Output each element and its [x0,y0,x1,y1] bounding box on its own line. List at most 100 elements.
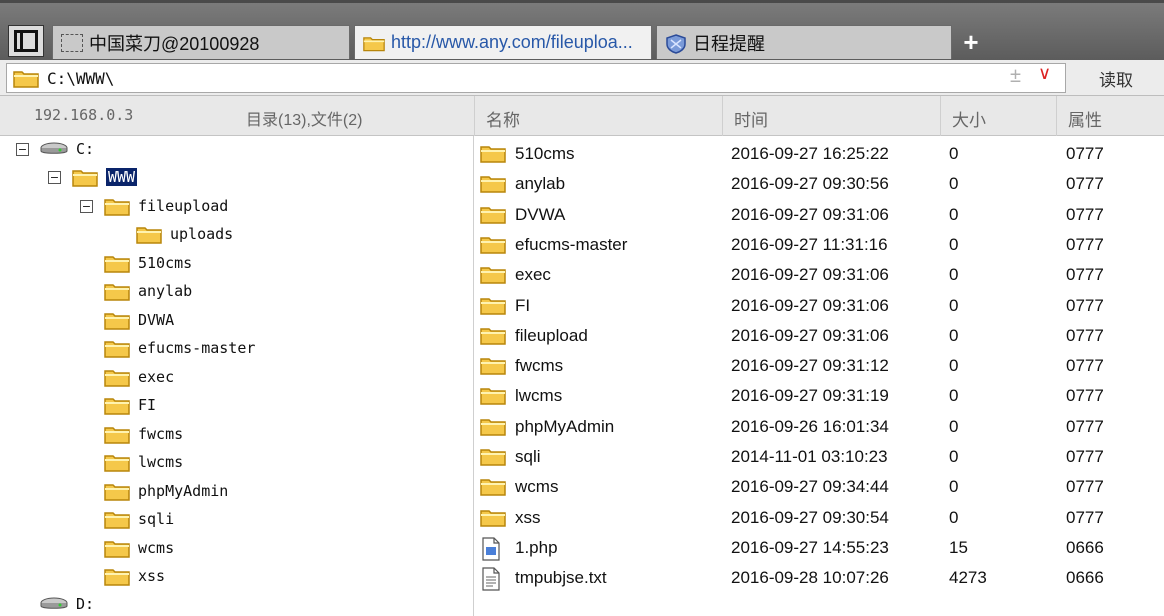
folder-icon [104,253,130,273]
folder-icon [13,68,39,88]
file-row[interactable]: DVWA 2016-09-27 09:31:06 0 0777 [475,200,1164,230]
tree-node-folder[interactable]: wcms [104,535,174,561]
tree-node-folder[interactable]: fwcms [104,421,183,447]
tree-node-label: exec [138,368,175,386]
column-header-attr[interactable]: 属性 [1068,106,1102,131]
file-time: 2016-09-28 10:07:26 [731,568,889,588]
file-attr: 0777 [1066,144,1104,163]
panel-toggle-button[interactable] [8,25,44,57]
tree-node-label: phpMyAdmin [138,482,229,500]
tree-node-folder[interactable]: phpMyAdmin [104,478,228,504]
file-name: phpMyAdmin [515,416,615,436]
column-header-name[interactable]: 名称 [486,106,520,131]
add-tab-button[interactable]: + [958,27,984,57]
tree-node-label: fileupload [138,197,229,215]
file-attr: 0666 [1066,568,1104,588]
column-header-size[interactable]: 大小 [952,106,986,131]
file-row[interactable]: FI 2016-09-27 09:31:06 0 0777 [475,291,1164,321]
file-size: 0 [949,507,959,527]
folder-icon [104,310,130,330]
tree-node-drive-d[interactable]: D: [40,591,94,616]
tree-node-folder[interactable]: DVWA [104,307,174,333]
folder-icon [104,566,130,586]
file-name: tmpubjse.txt [515,568,607,588]
file-row[interactable]: fwcms 2016-09-27 09:31:12 0 0777 [475,351,1164,381]
file-attr: 0777 [1066,234,1104,254]
file-name: xss [515,507,541,527]
tree-node-folder[interactable]: exec [104,364,174,390]
file-size: 0 [949,295,959,315]
tab-chinese-chopper[interactable]: 中国菜刀@20100928 [52,25,350,59]
folder-icon [480,325,506,350]
folder-icon [480,204,506,229]
file-row[interactable]: anylab 2016-09-27 09:30:56 0 0777 [475,169,1164,199]
tree-node-folder[interactable]: FI [104,392,156,418]
file-row[interactable]: 1.php 2016-09-27 14:55:23 15 0666 [475,533,1164,563]
file-attr: 0777 [1066,356,1104,376]
file-size: 4273 [949,568,987,588]
sidebar-panel-icon [14,30,38,52]
file-row[interactable]: lwcms 2016-09-27 09:31:19 0 0777 [475,381,1164,411]
path-input[interactable]: C:\WWW\ [6,63,1066,93]
tree-node-uploads[interactable]: uploads [136,221,233,247]
tree-node-label: sqli [138,510,175,528]
file-row[interactable]: sqli 2014-11-01 03:10:23 0 0777 [475,442,1164,472]
file-attr: 0777 [1066,447,1104,466]
tree-node-label: fwcms [138,425,184,443]
tree-node-folder[interactable]: anylab [104,278,192,304]
tree-node-www[interactable]: WWW [72,164,138,190]
file-row[interactable]: tmpubjse.txt 2016-09-28 10:07:26 4273 0666 [475,563,1164,593]
file-attr: 0777 [1066,204,1104,224]
file-attr: 0777 [1066,416,1104,436]
collapse-toggle[interactable]: − [16,143,29,156]
folder-icon [363,34,385,52]
folder-icon [104,481,130,501]
file-name: DVWA [515,204,566,224]
file-row[interactable]: exec 2016-09-27 09:31:06 0 0777 [475,260,1164,290]
tree-node-folder[interactable]: sqli [104,506,174,532]
folder-icon [480,143,506,168]
read-button[interactable]: 读取 [1074,63,1158,93]
chevron-down-icon[interactable]: ∨ [1038,63,1051,84]
plus-minus-icon[interactable]: ± [1010,65,1021,88]
file-row[interactable]: efucms-master 2016-09-27 11:31:16 0 0777 [475,230,1164,260]
tree-node-folder[interactable]: 510cms [104,250,192,276]
tree-node-label: xss [138,567,166,585]
file-row[interactable]: wcms 2016-09-27 09:34:44 0 0777 [475,472,1164,502]
file-size: 0 [949,204,959,224]
tab-label: 中国菜刀@20100928 [89,33,260,54]
tab-schedule-reminder[interactable]: 日程提醒 [656,25,952,59]
tree-node-folder[interactable]: lwcms [104,449,183,475]
collapse-toggle[interactable]: − [80,200,93,213]
tab-fileupload-url[interactable]: http://www.any.com/fileuploa... [354,25,652,59]
file-size: 0 [949,477,959,497]
tree-node-folder[interactable]: efucms-master [104,335,255,361]
file-row[interactable]: phpMyAdmin 2016-09-26 16:01:34 0 0777 [475,412,1164,442]
file-row[interactable]: xss 2016-09-27 09:30:54 0 0777 [475,503,1164,533]
folder-icon [480,355,506,380]
tree-node-fileupload[interactable]: fileupload [104,193,228,219]
folder-icon [104,424,130,444]
file-row[interactable]: fileupload 2016-09-27 09:31:06 0 0777 [475,321,1164,351]
address-bar: C:\WWW\ ± ∨ 读取 [0,60,1164,96]
folder-icon [480,385,506,410]
php-file-icon [480,537,502,566]
file-time: 2016-09-27 09:31:06 [731,204,889,224]
file-time: 2016-09-27 09:34:44 [731,477,889,497]
file-size: 0 [949,447,959,466]
folder-icon [480,234,506,259]
list-header: 192.168.0.3 目录(13),文件(2) 名称 时间 大小 属性 [0,96,1164,136]
tree-node-label: C: [76,140,95,158]
tree-node-folder[interactable]: xss [104,563,165,589]
file-row[interactable]: 510cms 2016-09-27 16:25:22 0 0777 [475,139,1164,169]
column-header-time[interactable]: 时间 [734,106,768,131]
folder-icon [480,416,506,441]
folder-icon [480,446,506,471]
host-ip: 192.168.0.3 [34,106,134,124]
tree-node-drive-c[interactable]: C: [40,136,94,162]
directory-tree: − C: − WWW − fileupload uploads 510cms a… [0,136,474,616]
file-name: exec [515,265,551,285]
collapse-toggle[interactable]: − [48,171,61,184]
folder-icon [104,538,130,558]
folder-icon [104,509,130,529]
